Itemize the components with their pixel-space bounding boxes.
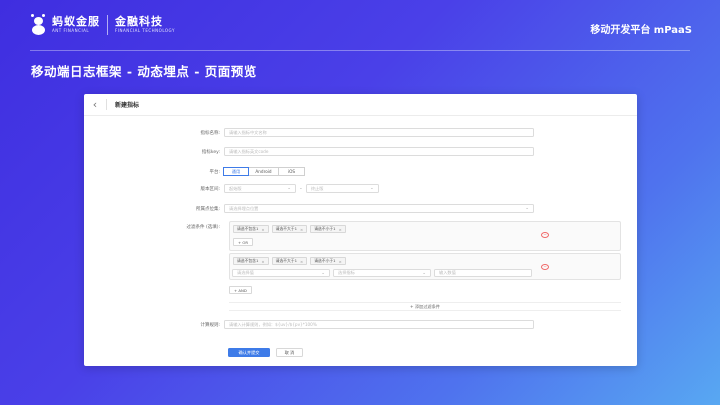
back-chevron-icon[interactable]: ‹ — [84, 98, 106, 111]
chevron-down-icon: ⌄ — [287, 186, 291, 191]
filter-tag-label: 请选不包含1 — [237, 226, 259, 231]
filter-tag[interactable]: 请选不小于1 × — [310, 225, 346, 233]
chevron-down-icon: ⌄ — [422, 271, 426, 276]
platform-row: 平台: 通用 Android iOS — [84, 167, 305, 176]
submit-button[interactable]: 确认并提交 — [228, 348, 270, 357]
close-icon[interactable]: × — [300, 227, 303, 232]
brand-ant-en: ANT FINANCIAL — [52, 28, 90, 33]
version-row: 版本区间: 起始版 ⌄ - 终止版 ⌄ — [84, 184, 379, 193]
close-icon[interactable]: × — [339, 227, 342, 232]
event-row: 所属点位集: 请选择埋点位置 ⌄ — [84, 204, 534, 213]
version-from-placeholder: 起始版 — [229, 185, 242, 191]
event-placeholder: 请选择埋点位置 — [229, 205, 259, 211]
filter-label: 过滤条件 (选填): — [186, 225, 220, 230]
platform-option-general[interactable]: 通用 — [223, 167, 249, 176]
version-to-placeholder: 终止版 — [310, 185, 324, 191]
filter-tag[interactable]: 请选不大于1 × — [271, 225, 308, 233]
filter-number-placeholder: 输入数值 — [439, 270, 456, 275]
metric-name-row: 指标名称: 请输入指标中文名称 — [84, 128, 534, 137]
filter-metric-select[interactable]: 选择指标 ⌄ — [333, 269, 431, 277]
filter-metric-placeholder: 选择指标 — [338, 270, 355, 275]
version-label: 版本区间: — [200, 186, 220, 192]
top-bar: 蚂蚁金服 ANT FINANCIAL 金融科技 FINANCIAL TECHNO… — [0, 0, 720, 52]
brand-ant-cn: 蚂蚁金服 — [52, 15, 100, 28]
metric-key-input[interactable]: 请输入指标英文code — [224, 147, 534, 156]
slide-title: 移动端日志框架 - 动态埋点 - 页面预览 — [31, 64, 257, 79]
header-separator — [106, 99, 107, 110]
platform-option-ios[interactable]: iOS — [278, 167, 305, 176]
formula-label: 计算规则: — [200, 322, 220, 328]
brand-fin-cn: 金融科技 — [115, 15, 163, 28]
chevron-down-icon: ⌄ — [525, 206, 529, 211]
filter-tag-label: 请选不小于1 — [314, 226, 336, 231]
delete-group-1-icon[interactable]: − — [541, 232, 549, 238]
header-divider — [30, 50, 690, 51]
filter-tag[interactable]: 请选不大于1 × — [271, 257, 308, 265]
chevron-down-icon: ⌄ — [370, 186, 374, 191]
cancel-button[interactable]: 取 消 — [276, 348, 303, 357]
close-icon[interactable]: × — [261, 259, 264, 264]
filter-group-2: 请选不包含1 × 请选不大于1 × 请选不小于1 × 请选择值 ⌄ 选择指标 ⌄ 输入… — [229, 253, 621, 280]
filter-group-1-tags: 请选不包含1 × 请选不大于1 × 请选不小于1 × — [233, 225, 349, 233]
filter-tag[interactable]: 请选不包含1 × — [233, 257, 269, 265]
ant-logo-icon — [30, 14, 48, 36]
platform-option-android[interactable]: Android — [248, 167, 279, 176]
metric-name-input[interactable]: 请输入指标中文名称 — [224, 128, 534, 137]
formula-input[interactable]: 请输入计算规则，例如：${uv}/${pv}*100% — [224, 320, 534, 329]
platform-segmented: 通用 Android iOS — [223, 167, 305, 176]
filter-group-2-tags: 请选不包含1 × 请选不大于1 × 请选不小于1 × — [233, 257, 349, 265]
delete-group-2-icon[interactable]: − — [541, 264, 549, 270]
filter-tag-label: 请选不小于1 — [314, 258, 336, 263]
version-to-select[interactable]: 终止版 ⌄ — [305, 184, 379, 193]
filter-number-input[interactable]: 输入数值 — [434, 269, 532, 277]
add-and-button[interactable]: + AND — [229, 286, 252, 294]
close-icon[interactable]: × — [300, 259, 303, 264]
metric-key-label: 指标key: — [201, 149, 220, 155]
metric-key-row: 指标key: 请输入指标英文code — [84, 147, 534, 156]
add-or-button[interactable]: + OR — [233, 238, 254, 246]
panel-title: 新建指标 — [115, 102, 140, 109]
version-separator: - — [300, 185, 302, 192]
filter-tag[interactable]: 请选不包含1 × — [233, 225, 269, 233]
add-condition-button[interactable]: + 添加过滤条件 — [229, 302, 621, 311]
close-icon[interactable]: × — [261, 227, 264, 232]
close-icon[interactable]: × — [339, 259, 342, 264]
filter-tag-label: 请选不大于1 — [275, 258, 297, 263]
event-select[interactable]: 请选择埋点位置 ⌄ — [224, 204, 534, 213]
new-metric-panel: ‹ 新建指标 指标名称: 请输入指标中文名称 指标key: 请输入指标英文cod… — [84, 94, 637, 366]
filter-tag-label: 请选不大于1 — [275, 226, 297, 231]
filter-tag-label: 请选不包含1 — [237, 258, 259, 263]
event-label: 所属点位集: — [195, 206, 220, 212]
filter-row: 过滤条件 (选填): — [84, 224, 224, 230]
metric-name-label: 指标名称: — [200, 130, 220, 136]
brand-fin-en: FINANCIAL TECHNOLOGY — [115, 28, 175, 33]
version-from-select[interactable]: 起始版 ⌄ — [224, 184, 296, 193]
brand-logo: 蚂蚁金服 ANT FINANCIAL 金融科技 FINANCIAL TECHNO… — [30, 14, 175, 36]
filter-value-placeholder: 请选择值 — [237, 270, 254, 275]
platform-label: 移动开发平台 mPaaS — [590, 25, 692, 36]
platform-label-field: 平台: — [209, 169, 220, 175]
filter-value-select[interactable]: 请选择值 ⌄ — [232, 269, 330, 277]
logo-divider — [107, 15, 108, 35]
formula-row: 计算规则: 请输入计算规则，例如：${uv}/${pv}*100% — [84, 320, 534, 329]
panel-header: ‹ 新建指标 — [84, 94, 637, 116]
filter-group-1: 请选不包含1 × 请选不大于1 × 请选不小于1 × + OR — [229, 221, 621, 251]
chevron-down-icon: ⌄ — [321, 271, 325, 276]
filter-tag[interactable]: 请选不小于1 × — [310, 257, 346, 265]
